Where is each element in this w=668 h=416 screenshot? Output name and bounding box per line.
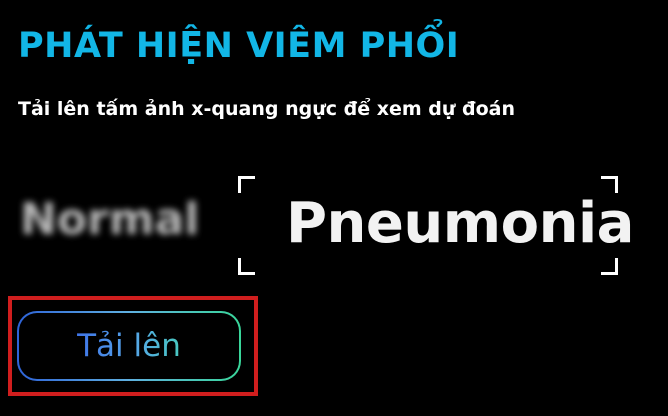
focus-frame-bottom-left <box>238 258 255 275</box>
page-subtitle: Tải lên tấm ảnh x-quang ngực để xem dự đ… <box>18 98 516 120</box>
app-page: PHÁT HIỆN VIÊM PHỔI Tải lên tấm ảnh x-qu… <box>0 0 668 416</box>
upload-button[interactable]: Tải lên <box>17 311 241 381</box>
prediction-normal-label: Normal <box>20 194 200 245</box>
prediction-pneumonia-label: Pneumonia <box>286 191 634 256</box>
focus-frame-bottom-right <box>601 258 618 275</box>
upload-button-inner[interactable]: Tải lên <box>19 313 239 379</box>
page-title: PHÁT HIỆN VIÊM PHỔI <box>18 26 460 66</box>
focus-frame-top-left <box>238 176 255 193</box>
upload-button-label: Tải lên <box>77 328 181 364</box>
